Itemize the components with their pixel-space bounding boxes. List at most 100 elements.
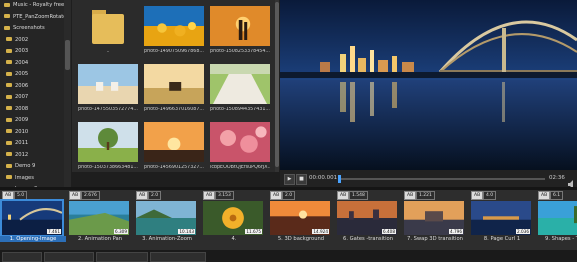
slide-item[interactable]: AB 5.0 7.461 1. Opening-Image (0, 190, 66, 250)
slide-item[interactable]: AB 1.548 6.408 6. Gates -transition (335, 190, 401, 250)
slide-duration[interactable]: 1.221 (416, 191, 435, 200)
folder-label: 2012 (15, 151, 29, 158)
folder-label: 2007 (15, 94, 29, 100)
slide-duration[interactable]: 2.676 (81, 191, 100, 200)
folder-tree-item[interactable]: Images (0, 173, 64, 185)
folder-icon (6, 163, 12, 168)
slide-ab-badge[interactable]: AB (136, 191, 149, 200)
photo-thumbnail[interactable]: photo-1496637016087... (144, 64, 204, 114)
thumbnail-image (210, 6, 270, 46)
folder-label: Music - Royalty free (13, 2, 65, 8)
slide-time-label: 6.408 (382, 229, 396, 234)
bottom-tab[interactable] (150, 252, 206, 262)
folder-tree-item[interactable]: 2008 (0, 104, 64, 116)
folder-label: 2005 (15, 71, 29, 77)
slide-ab-badge[interactable]: AB (471, 191, 484, 200)
bottom-tab[interactable] (96, 252, 148, 262)
slide-ab-badge[interactable]: AB (404, 191, 417, 200)
thumbnail-label: photo-1503738663481... (78, 165, 138, 170)
slide-duration[interactable]: 1.548 (349, 191, 368, 200)
volume-icon[interactable] (568, 174, 574, 189)
thumbnail-label: photo-1508944357431... (210, 107, 270, 112)
seek-bar[interactable] (338, 175, 545, 183)
slide-thumbnail: 10.143 (136, 201, 196, 235)
folder-tree-item[interactable]: 2009 (0, 115, 64, 127)
thumbnail-grid-scrollbar[interactable] (275, 0, 279, 172)
parent-folder-thumbnail[interactable]: .. (78, 6, 138, 56)
slide-duration[interactable]: 2.0 (148, 191, 162, 200)
folder-label: 2011 (15, 140, 29, 146)
photo-thumbnail[interactable]: photo-1456901257327... (144, 122, 204, 172)
thumbnail-image (210, 64, 270, 104)
folder-tree-item[interactable]: Screenshots (0, 23, 64, 35)
photo-thumbnail[interactable]: icbpEOOBtQjEfsuPQ6rJX... (210, 122, 270, 172)
bottom-tab[interactable] (44, 252, 94, 262)
stop-button[interactable]: ■ (296, 174, 307, 185)
slide-ab-badge[interactable]: AB (203, 191, 216, 200)
play-button[interactable]: ▶ (284, 174, 295, 185)
thumbnail-image (78, 64, 138, 104)
thumbnail-label: photo-1475503572774... (78, 107, 138, 112)
scrollbar-thumb[interactable] (275, 2, 279, 167)
folder-tree-item[interactable]: 2006 (0, 81, 64, 93)
folder-tree: Music - Royalty free PTE_PanZoomRotate Scr… (0, 0, 65, 187)
folder-label: Screenshots (13, 25, 45, 31)
folder-icon (78, 6, 138, 46)
folder-tree-item[interactable]: 2010 (0, 127, 64, 139)
folder-tree-item[interactable]: PTE_PanZoomRotate (0, 12, 64, 24)
photo-thumbnail[interactable]: photo-1490750967868... (144, 6, 204, 56)
folder-tree-item[interactable]: 2002 (0, 35, 64, 47)
photo-thumbnail[interactable]: photo-1508944357431... (210, 64, 270, 114)
slide-duration[interactable]: 5.0 (14, 191, 28, 200)
folder-label: 2010 (15, 128, 29, 135)
thumbnail-image (144, 64, 204, 104)
folder-tree-scrollbar[interactable] (64, 0, 71, 187)
folder-icon (6, 106, 12, 110)
folder-label: 2008 (15, 105, 29, 112)
folder-tree-item[interactable]: Music - Royalty free (0, 0, 64, 12)
slide-item[interactable]: AB 2.0 10.143 3. Animation-Zoom (134, 190, 200, 250)
slide-item[interactable]: AB 1.221 4.796 7. Swap 3D transition (402, 190, 468, 250)
slide-item[interactable]: AB 2.676 6.309 2. Animation Pan (67, 190, 133, 250)
folder-label: 2003 (15, 48, 29, 54)
slide-ab-badge[interactable]: AB (270, 191, 283, 200)
folder-tree-item[interactable]: 2007 (0, 92, 64, 104)
scrollbar-thumb[interactable] (65, 40, 70, 70)
folder-label: Images (15, 174, 34, 181)
folder-icon (4, 14, 10, 18)
thumbnail-image (144, 122, 204, 162)
folder-tree-item[interactable]: Demo 9 (0, 161, 64, 173)
slide-duration[interactable]: 2.0 (282, 191, 296, 200)
slide-ab-badge[interactable]: AB (2, 191, 15, 200)
folder-tree-item[interactable]: 2012 (0, 150, 64, 162)
bottom-tab[interactable] (2, 252, 42, 262)
slide-item[interactable]: AB 2.0 14.924 5. 3D background (268, 190, 334, 250)
slide-time-label: 10.143 (178, 229, 195, 234)
photo-thumbnail[interactable]: photo-1475503572774... (78, 64, 138, 114)
slide-item[interactable]: AB 4.0 2.036 8. Page Curl 1 (469, 190, 535, 250)
slide-thumbnail: 7.461 (0, 199, 64, 237)
slide-time-label: 4.796 (449, 229, 463, 234)
slide-ab-badge[interactable]: AB (337, 191, 350, 200)
folder-tree-item[interactable]: 2003 (0, 46, 64, 58)
bottom-bar (0, 250, 577, 262)
slide-thumbnail: 11.675 (203, 201, 263, 235)
seek-handle[interactable] (338, 175, 341, 183)
folder-tree-item[interactable]: 2011 (0, 138, 64, 150)
slide-duration[interactable]: 6.1 (550, 191, 564, 200)
folder-icon (6, 175, 12, 179)
folder-tree-item[interactable]: 2004 (0, 58, 64, 70)
slide-item[interactable]: AB6.1 9. Shapes - Transit (536, 190, 577, 250)
slide-duration[interactable]: 3.153 (215, 191, 234, 200)
folder-tree-item[interactable]: 2005 (0, 69, 64, 81)
slide-caption: 2. Animation Pan (77, 236, 123, 242)
photo-thumbnail[interactable]: photo-1508253378454... (210, 6, 270, 56)
slide-duration[interactable]: 4.0 (483, 191, 497, 200)
thumbnail-image (144, 6, 204, 46)
slide-ab-badge[interactable]: AB (538, 191, 551, 200)
slide-ab-badge[interactable]: AB (69, 191, 82, 200)
slide-item[interactable]: AB 3.153 11.675 4. (201, 190, 267, 250)
slide-caption: 8. Page Curl 1 (483, 236, 521, 242)
photo-thumbnail[interactable]: photo-1503738663481... (78, 122, 138, 172)
play-icon: ▶ (287, 176, 292, 182)
